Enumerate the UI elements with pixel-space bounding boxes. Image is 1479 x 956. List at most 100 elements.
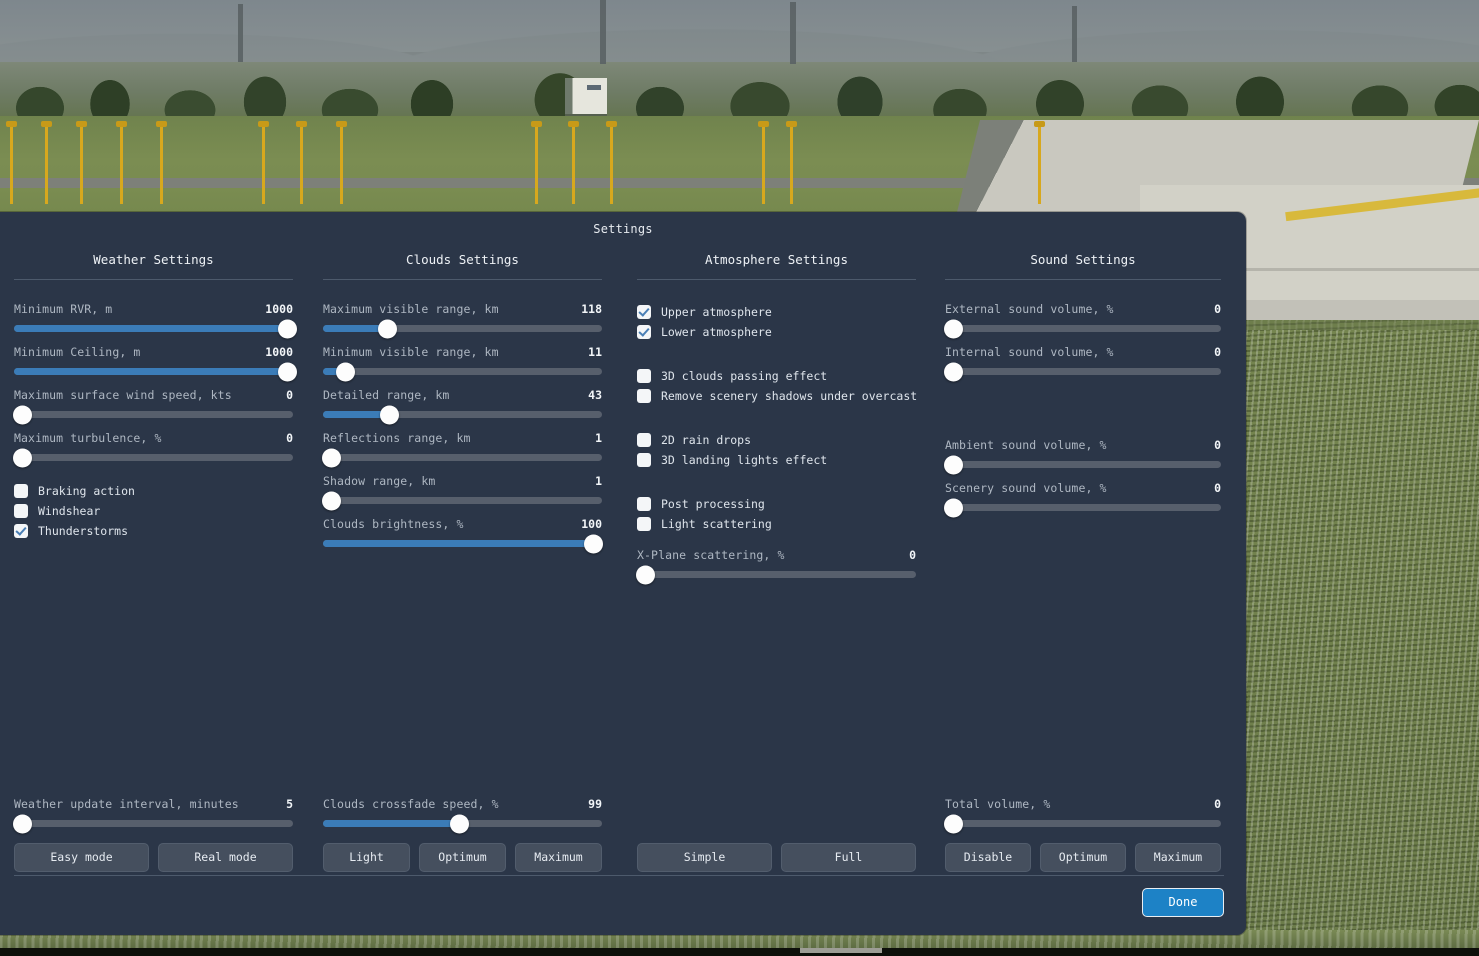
checkbox-row-post-processing[interactable]: Post processing — [637, 494, 916, 514]
checkbox-row-light-scattering[interactable]: Light scattering — [637, 514, 916, 534]
slider-track[interactable] — [12, 814, 293, 833]
checkbox-icon-checked[interactable] — [14, 524, 28, 538]
checkbox-row-braking-action[interactable]: Braking action — [14, 481, 293, 501]
checkbox-row-lower-atmosphere[interactable]: Lower atmosphere — [637, 322, 916, 342]
slider-row-total-volume[interactable]: Total volume, % 0 — [943, 797, 1221, 833]
slider-track[interactable] — [12, 448, 293, 467]
slider-knob[interactable] — [943, 498, 963, 517]
slider-knob[interactable] — [335, 362, 355, 381]
slider-label: Reflections range, km — [323, 431, 471, 445]
slider-knob[interactable] — [12, 448, 32, 467]
slider-track[interactable] — [635, 565, 916, 584]
checkbox-icon[interactable] — [637, 389, 651, 403]
slider-knob[interactable] — [277, 362, 297, 381]
slider-track[interactable] — [321, 491, 602, 510]
slider-track[interactable] — [323, 319, 602, 338]
slider-track[interactable] — [323, 405, 602, 424]
power-pylon — [1072, 6, 1077, 62]
slider-knob[interactable] — [277, 319, 297, 338]
slider-row-internal-sound-volume[interactable]: Internal sound volume, % 0 — [943, 345, 1221, 381]
slider-row-xplane-scattering[interactable]: X-Plane scattering, % 0 — [635, 548, 916, 584]
slider-row-ambient-sound-volume[interactable]: Ambient sound volume, % 0 — [943, 438, 1221, 474]
slider-value: 100 — [581, 517, 602, 531]
clouds-maximum-button[interactable]: Maximum — [515, 843, 602, 872]
done-button[interactable]: Done — [1142, 888, 1224, 917]
slider-knob[interactable] — [943, 814, 963, 833]
clouds-light-button[interactable]: Light — [323, 843, 410, 872]
slider-row-max-turbulence[interactable]: Maximum turbulence, % 0 — [12, 431, 293, 467]
checkbox-row-windshear[interactable]: Windshear — [14, 501, 293, 521]
slider-row-clouds-crossfade-speed[interactable]: Clouds crossfade speed, % 99 — [323, 797, 602, 833]
slider-label: Maximum visible range, km — [323, 302, 499, 316]
slider-track[interactable] — [323, 362, 602, 381]
slider-row-min-visible-range[interactable]: Minimum visible range, km 11 — [323, 345, 602, 381]
slider-track[interactable] — [14, 362, 297, 381]
atmosphere-checkbox-group-4: Post processing Light scattering — [637, 494, 916, 534]
slider-track[interactable] — [943, 362, 1221, 381]
sound-disable-button[interactable]: Disable — [945, 843, 1031, 872]
checkbox-icon[interactable] — [637, 433, 651, 447]
checkbox-row-thunderstorms[interactable]: Thunderstorms — [14, 521, 293, 541]
slider-row-max-surface-wind-speed[interactable]: Maximum surface wind speed, kts 0 — [12, 388, 293, 424]
slider-knob[interactable] — [321, 448, 341, 467]
atmosphere-simple-button[interactable]: Simple — [637, 843, 772, 872]
slider-row-detailed-range[interactable]: Detailed range, km 43 — [323, 388, 602, 424]
slider-knob[interactable] — [377, 319, 397, 338]
slider-track[interactable] — [14, 319, 297, 338]
column-divider — [637, 279, 916, 280]
slider-knob[interactable] — [450, 814, 470, 833]
slider-row-minimum-ceiling[interactable]: Minimum Ceiling, m 1000 — [14, 345, 297, 381]
checkbox-icon-checked[interactable] — [637, 325, 651, 339]
slider-row-weather-update-interval[interactable]: Weather update interval, minutes 5 — [12, 797, 293, 833]
slider-track[interactable] — [323, 534, 604, 553]
checkbox-row-2d-rain-drops[interactable]: 2D rain drops — [637, 430, 916, 450]
slider-knob[interactable] — [943, 319, 963, 338]
slider-row-clouds-brightness[interactable]: Clouds brightness, % 100 — [323, 517, 604, 553]
slider-track[interactable] — [943, 814, 1221, 833]
checkbox-icon[interactable] — [637, 497, 651, 511]
slider-knob[interactable] — [12, 405, 32, 424]
checkbox-icon[interactable] — [14, 504, 28, 518]
clouds-optimum-button[interactable]: Optimum — [419, 843, 506, 872]
slider-row-minimum-rvr[interactable]: Minimum RVR, m 1000 — [14, 302, 297, 338]
checkbox-row-upper-atmosphere[interactable]: Upper atmosphere — [637, 302, 916, 322]
slider-row-scenery-sound-volume[interactable]: Scenery sound volume, % 0 — [943, 481, 1221, 517]
checkbox-icon-checked[interactable] — [637, 305, 651, 319]
slider-value: 11 — [588, 345, 602, 359]
slider-row-external-sound-volume[interactable]: External sound volume, % 0 — [943, 302, 1221, 338]
slider-track[interactable] — [12, 405, 293, 424]
slider-track[interactable] — [943, 319, 1221, 338]
slider-knob[interactable] — [635, 565, 655, 584]
sound-maximum-button[interactable]: Maximum — [1135, 843, 1221, 872]
slider-track[interactable] — [943, 455, 1221, 474]
slider-value: 43 — [588, 388, 602, 402]
checkbox-row-3d-landing-lights-effect[interactable]: 3D landing lights effect — [637, 450, 916, 470]
checkbox-icon[interactable] — [637, 517, 651, 531]
slider-knob[interactable] — [943, 455, 963, 474]
slider-track[interactable] — [323, 814, 602, 833]
checkbox-icon[interactable] — [14, 484, 28, 498]
slider-row-reflections-range[interactable]: Reflections range, km 1 — [321, 431, 602, 467]
checkbox-icon[interactable] — [637, 369, 651, 383]
slider-knob[interactable] — [943, 362, 963, 381]
slider-row-max-visible-range[interactable]: Maximum visible range, km 118 — [323, 302, 602, 338]
slider-knob[interactable] — [584, 534, 604, 553]
atmosphere-full-button[interactable]: Full — [781, 843, 916, 872]
slider-knob[interactable] — [380, 405, 400, 424]
slider-fill — [14, 368, 288, 375]
slider-knob[interactable] — [321, 491, 341, 510]
easy-mode-button[interactable]: Easy mode — [14, 843, 149, 872]
real-mode-button[interactable]: Real mode — [158, 843, 293, 872]
checkbox-icon[interactable] — [637, 453, 651, 467]
slider-row-shadow-range[interactable]: Shadow range, km 1 — [321, 474, 602, 510]
slider-label: Internal sound volume, % — [945, 345, 1114, 359]
slider-value: 0 — [286, 431, 293, 445]
checkbox-row-remove-scenery-shadows[interactable]: Remove scenery shadows under overcast — [637, 386, 917, 406]
sound-optimum-button[interactable]: Optimum — [1040, 843, 1126, 872]
checkbox-row-3d-clouds-passing-effect[interactable]: 3D clouds passing effect — [637, 366, 916, 386]
slider-track[interactable] — [943, 498, 1221, 517]
slider-track[interactable] — [321, 448, 602, 467]
slider-knob[interactable] — [12, 814, 32, 833]
